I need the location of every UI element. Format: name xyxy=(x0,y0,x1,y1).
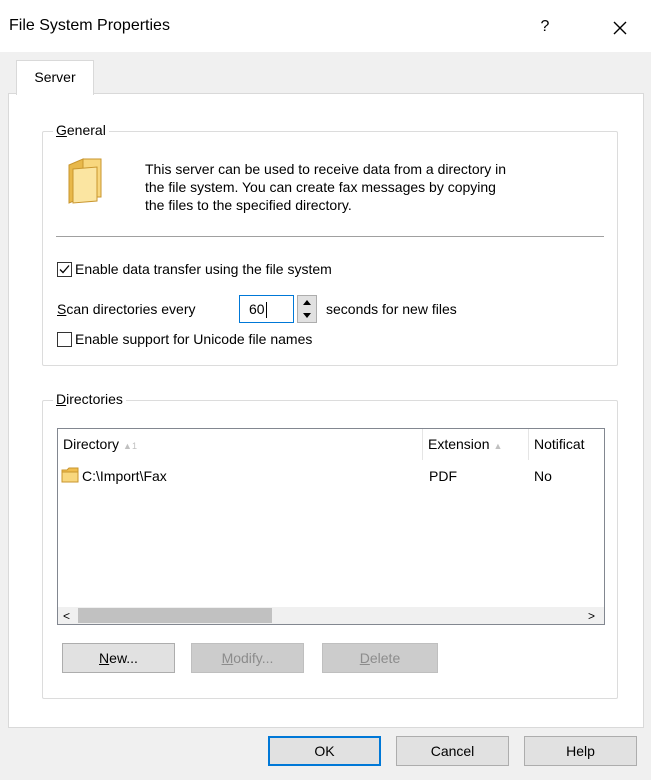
cell-directory: C:\Import\Fax xyxy=(82,468,167,484)
help-title-button[interactable]: ? xyxy=(520,10,570,44)
sort-arrow-icon: ▲ xyxy=(123,441,132,451)
sort-arrow-icon: ▲ xyxy=(493,441,503,451)
unicode-checkbox[interactable] xyxy=(57,331,72,347)
directories-group-caption: Directories xyxy=(53,391,126,407)
directories-list[interactable]: Directory ▲1 Extension ▲ Notificat C:\Impo… xyxy=(57,428,605,625)
spin-up-button[interactable] xyxy=(298,296,316,309)
cell-notification: No xyxy=(534,468,552,484)
general-description: This server can be used to receive data … xyxy=(145,161,507,213)
list-item[interactable]: C:\Import\Fax PDF No xyxy=(58,464,604,488)
scan-interval-input[interactable]: 60 xyxy=(239,295,294,323)
seconds-label: seconds for new files xyxy=(326,301,457,317)
general-group-caption: General xyxy=(53,122,109,138)
delete-button[interactable]: Delete xyxy=(322,643,438,673)
close-button[interactable] xyxy=(596,10,644,44)
chevron-left-icon: < xyxy=(62,608,70,623)
enable-transfer-checkbox-row[interactable]: Enable data transfer using the file syst… xyxy=(57,261,332,277)
horizontal-scrollbar[interactable]: < > xyxy=(58,607,604,624)
separator xyxy=(56,236,604,237)
chevron-right-icon: > xyxy=(587,608,595,623)
scrollbar-thumb[interactable] xyxy=(78,608,272,623)
unicode-label: Enable support for Unicode file names xyxy=(75,331,313,347)
tab-server[interactable]: Server xyxy=(16,60,94,95)
scroll-left-button[interactable]: < xyxy=(58,607,75,624)
column-header-directory[interactable]: Directory ▲1 xyxy=(58,429,423,460)
cell-extension: PDF xyxy=(429,468,457,484)
close-icon xyxy=(613,21,627,35)
cancel-button[interactable]: Cancel xyxy=(396,736,509,766)
scan-interval-spinner[interactable] xyxy=(297,295,317,323)
title-bar: File System Properties ? xyxy=(0,0,651,52)
tab-panel-server: General This server can be used to recei… xyxy=(8,93,644,728)
spin-down-button[interactable] xyxy=(298,309,316,322)
modify-button[interactable]: Modify... xyxy=(191,643,304,673)
window-title: File System Properties xyxy=(9,17,170,34)
ok-button[interactable]: OK xyxy=(268,736,381,766)
enable-transfer-checkbox[interactable] xyxy=(57,261,72,277)
general-group: General This server can be used to recei… xyxy=(42,122,618,366)
spin-up-icon xyxy=(303,300,311,305)
checkmark-icon xyxy=(59,264,70,273)
column-header-notification[interactable]: Notificat xyxy=(529,429,604,460)
enable-transfer-label: Enable data transfer using the file syst… xyxy=(75,261,332,277)
folder-icon xyxy=(68,158,102,204)
spin-down-icon xyxy=(303,313,311,318)
help-button[interactable]: Help xyxy=(524,736,637,766)
directories-group: Directories Directory ▲1 Extension ▲ Notif… xyxy=(42,391,618,699)
list-header: Directory ▲1 Extension ▲ Notificat xyxy=(58,429,604,460)
folder-icon xyxy=(61,467,79,483)
new-button[interactable]: New... xyxy=(62,643,175,673)
dialog-body: Server General This server can be used t… xyxy=(0,52,651,780)
scan-label: Scan directories every xyxy=(57,301,196,317)
unicode-checkbox-row[interactable]: Enable support for Unicode file names xyxy=(57,331,312,347)
column-header-extension[interactable]: Extension ▲ xyxy=(423,429,529,460)
scroll-right-button[interactable]: > xyxy=(583,607,600,624)
